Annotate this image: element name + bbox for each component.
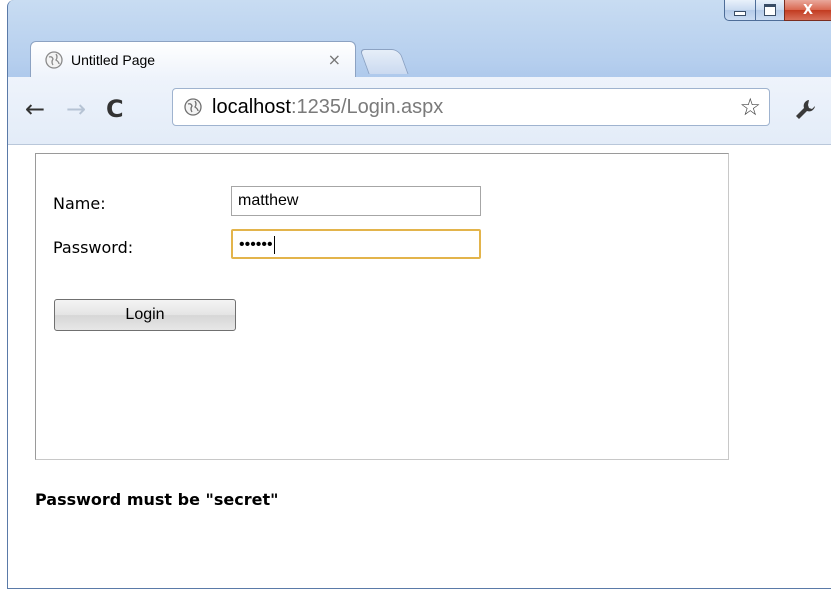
tab-close-icon[interactable]: ×	[328, 50, 341, 69]
login-button[interactable]: Login	[54, 299, 236, 331]
close-window-button[interactable]: X	[784, 0, 831, 21]
url-text: localhost:1235/Login.aspx	[212, 96, 443, 119]
login-panel: Name: Password: matthew •••••• Login	[35, 153, 729, 460]
title-bar: X	[8, 0, 831, 38]
close-icon: X	[802, 2, 814, 18]
window-controls: X	[724, 0, 831, 22]
page-content: Name: Password: matthew •••••• Login Pas…	[8, 145, 831, 588]
password-value: ••••••	[239, 236, 273, 254]
minimize-button[interactable]	[724, 0, 755, 21]
tab-untitled-page[interactable]: Untitled Page ×	[30, 41, 356, 78]
password-label: Password:	[53, 238, 134, 257]
browser-toolbar: ← → C localhost:1235/Login.aspx ☆	[8, 77, 831, 145]
url-host: localhost	[212, 95, 291, 118]
forward-icon[interactable]: →	[66, 95, 86, 123]
address-bar[interactable]: localhost:1235/Login.aspx ☆	[172, 88, 770, 126]
tab-title: Untitled Page	[71, 52, 156, 68]
star-icon[interactable]: ☆	[739, 93, 761, 121]
wrench-icon[interactable]	[794, 97, 818, 121]
globe-icon	[45, 51, 63, 69]
text-caret	[273, 236, 275, 254]
status-message: Password must be "secret"	[35, 490, 279, 509]
new-tab-button[interactable]	[359, 49, 409, 74]
url-path: :1235/Login.aspx	[290, 95, 444, 118]
maximize-icon	[764, 4, 776, 16]
name-label: Name:	[53, 194, 106, 213]
password-input[interactable]: ••••••	[231, 229, 481, 259]
maximize-button[interactable]	[755, 0, 784, 21]
name-input[interactable]: matthew	[231, 186, 481, 216]
globe-icon	[184, 98, 202, 116]
minimize-icon	[734, 10, 746, 16]
back-icon[interactable]: ←	[25, 95, 45, 123]
name-value: matthew	[238, 192, 299, 209]
reload-icon[interactable]: C	[106, 95, 124, 123]
